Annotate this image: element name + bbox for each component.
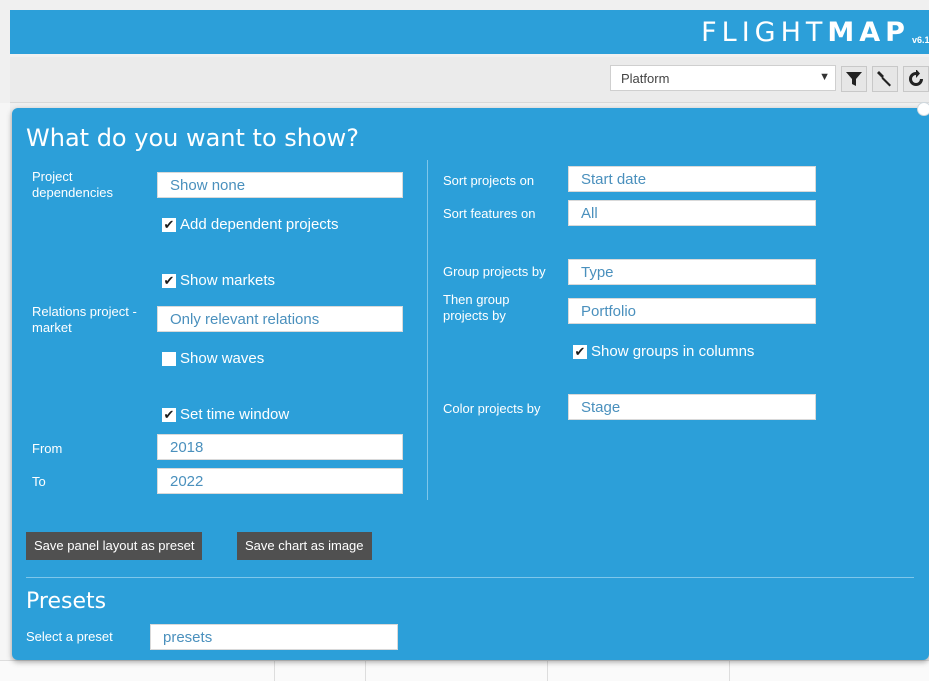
background-table-header	[0, 660, 929, 681]
to-label: To	[32, 474, 46, 489]
refresh-icon	[909, 70, 923, 86]
add-dependent-checkbox[interactable]: ✔ Add dependent projects	[162, 216, 338, 233]
chevron-down-icon: ▼	[819, 71, 830, 83]
time-window-label: Set time window	[180, 406, 290, 423]
sort-features-select[interactable]: All	[568, 200, 816, 226]
refresh-button[interactable]	[903, 66, 929, 92]
groups-in-columns-label: Show groups in columns	[591, 343, 755, 360]
save-chart-image-button[interactable]: Save chart as image	[237, 532, 372, 560]
settings-button[interactable]	[872, 66, 898, 92]
display-settings-panel: What do you want to show? Project depend…	[12, 102, 929, 660]
add-dependent-label: Add dependent projects	[180, 216, 339, 233]
dependencies-label: Project dependencies	[32, 169, 113, 200]
preset-select[interactable]: presets	[150, 624, 398, 650]
platform-select[interactable]: Platform ▼	[610, 65, 836, 91]
relations-select[interactable]: Only relevant relations	[157, 306, 403, 332]
panel-resize-handle[interactable]	[917, 102, 929, 116]
checkbox-checked-icon: ✔	[162, 217, 176, 232]
checkbox-unchecked-icon	[162, 351, 176, 366]
show-markets-checkbox[interactable]: ✔ Show markets	[162, 272, 275, 289]
group-projects-select[interactable]: Type	[568, 259, 816, 285]
brand-logo: FLIGHTMAP v6.1.0	[701, 10, 929, 54]
filter-icon	[846, 72, 862, 86]
brand-name-bold: MAP	[827, 17, 910, 48]
show-waves-checkbox[interactable]: Show waves	[162, 350, 264, 367]
sort-features-label: Sort features on	[443, 206, 536, 221]
then-group-label: Then group projects by	[443, 292, 510, 323]
time-window-checkbox[interactable]: ✔ Set time window	[162, 406, 289, 423]
groups-in-columns-checkbox[interactable]: ✔ Show groups in columns	[573, 343, 754, 360]
presets-title: Presets	[26, 589, 107, 614]
section-divider	[26, 577, 914, 578]
left-margin	[0, 103, 10, 681]
color-projects-label: Color projects by	[443, 401, 541, 416]
then-group-select[interactable]: Portfolio	[568, 298, 816, 324]
toolbar: Platform ▼	[10, 57, 929, 103]
column-cell	[0, 661, 275, 681]
dependencies-select[interactable]: Show none	[157, 172, 403, 198]
select-preset-label: Select a preset	[26, 629, 113, 644]
group-projects-label: Group projects by	[443, 264, 546, 279]
show-markets-label: Show markets	[180, 272, 276, 289]
sort-projects-label: Sort projects on	[443, 173, 535, 188]
from-input[interactable]: 2018	[157, 434, 403, 460]
save-layout-preset-button[interactable]: Save panel layout as preset	[26, 532, 203, 560]
sort-projects-select[interactable]: Start date	[568, 166, 816, 192]
column-cell	[366, 661, 548, 681]
color-projects-select[interactable]: Stage	[568, 394, 816, 420]
relations-label: Relations project - market	[32, 304, 137, 335]
filter-button[interactable]	[841, 66, 867, 92]
column-cell	[548, 661, 730, 681]
checkbox-checked-icon: ✔	[162, 407, 176, 422]
checkbox-checked-icon: ✔	[573, 344, 587, 359]
version-label: v6.1.0	[911, 35, 929, 45]
checkbox-checked-icon: ✔	[162, 273, 176, 288]
wrench-icon	[877, 71, 891, 87]
column-cell	[275, 661, 366, 681]
to-input[interactable]: 2022	[157, 468, 403, 494]
top-bar: FLIGHTMAP v6.1.0	[10, 10, 929, 54]
column-divider	[427, 160, 428, 500]
show-waves-label: Show waves	[180, 350, 265, 367]
brand-name-light: FLIGHT	[701, 17, 828, 48]
from-label: From	[32, 441, 63, 456]
panel-title: What do you want to show?	[26, 124, 360, 152]
platform-select-value: Platform	[621, 71, 670, 86]
